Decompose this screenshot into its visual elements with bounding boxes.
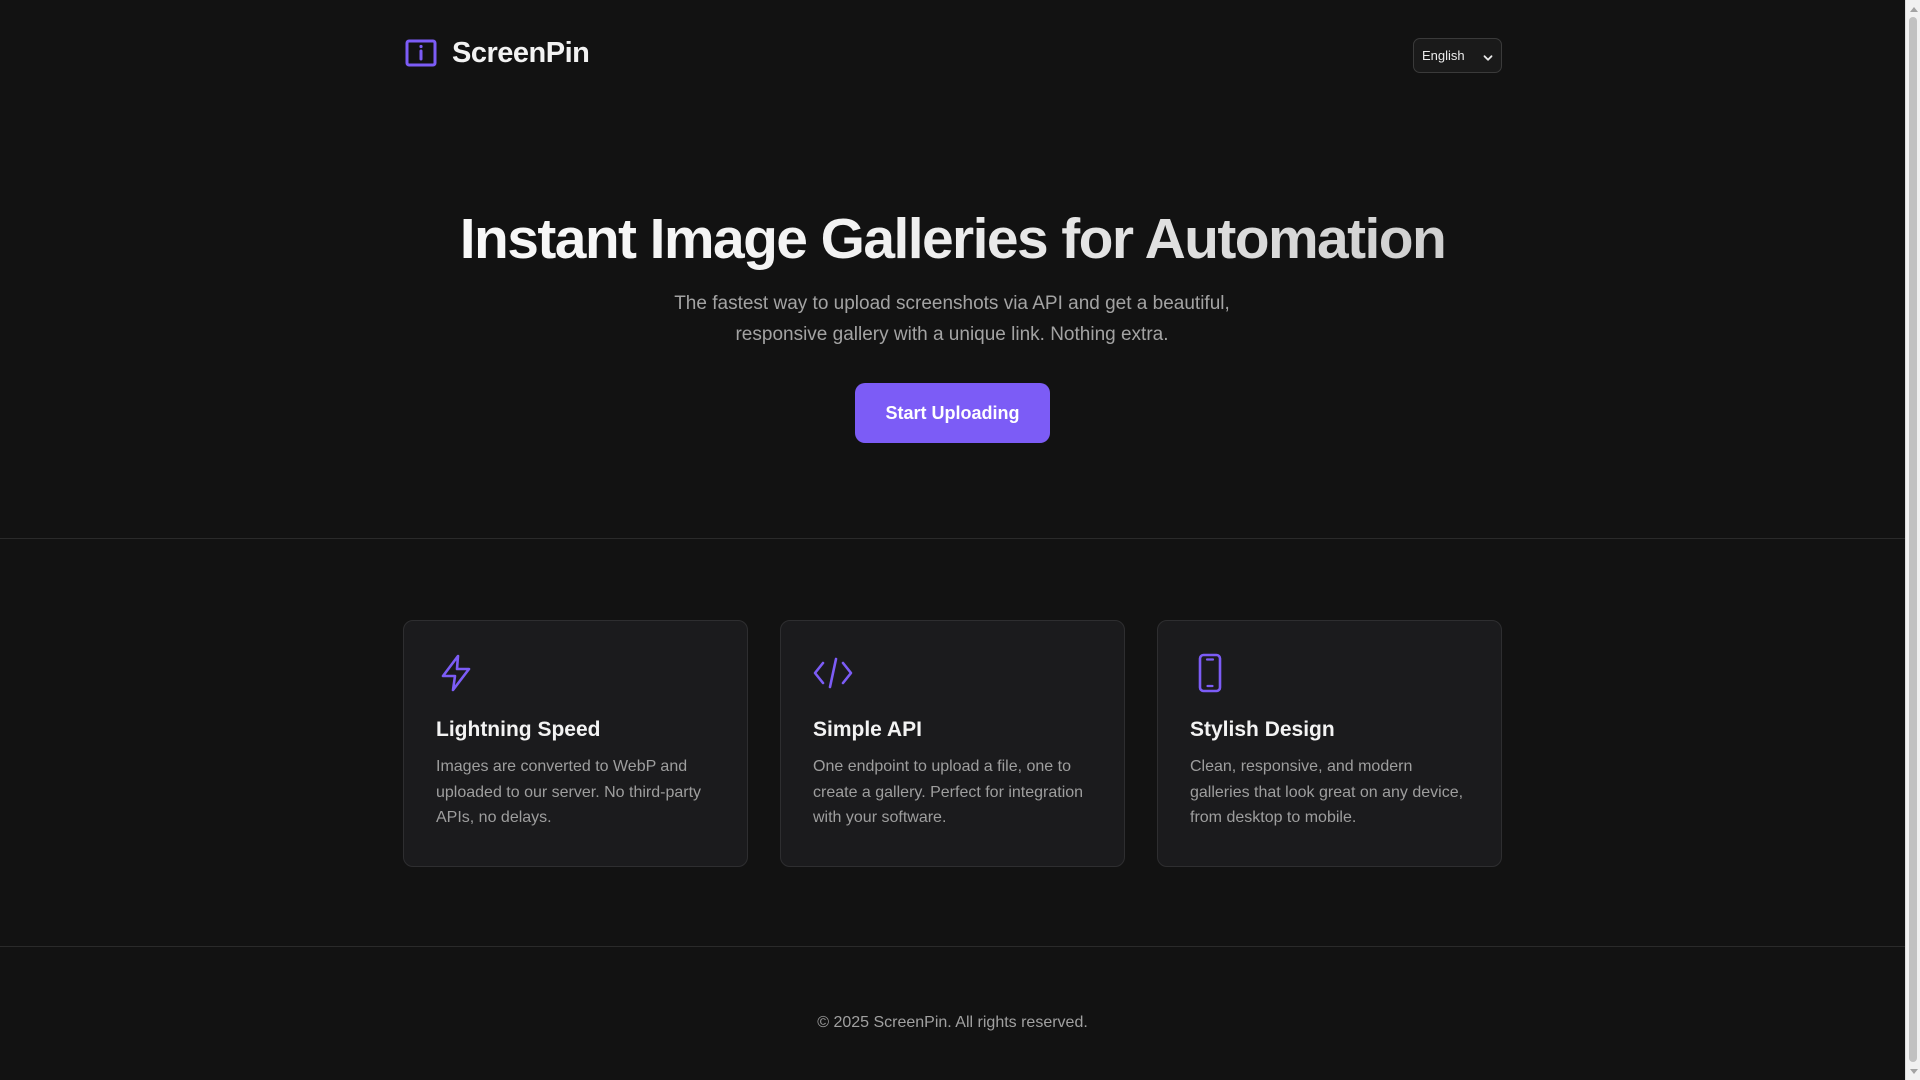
feature-card-simple-api: Simple API One endpoint to upload a file… xyxy=(780,620,1125,867)
feature-title: Lightning Speed xyxy=(436,718,601,741)
start-uploading-button[interactable]: Start Uploading xyxy=(855,383,1050,443)
brand-name: ScreenPin xyxy=(452,36,590,69)
hero-section: Instant Image Galleries for Automation T… xyxy=(0,110,1905,539)
language-select[interactable]: English xyxy=(1413,38,1502,73)
info-panel-icon xyxy=(404,36,438,70)
hero-title: Instant Image Galleries for Automation xyxy=(0,208,1905,271)
feature-description: Clean, responsive, and modern galleries … xyxy=(1190,758,1464,826)
feature-title: Simple API xyxy=(813,718,922,741)
lightning-icon xyxy=(436,653,476,693)
features-section: Lightning Speed Images are converted to … xyxy=(0,540,1905,947)
smartphone-icon xyxy=(1190,653,1230,693)
site-footer: © 2025 ScreenPin. All rights reserved. xyxy=(0,948,1905,1080)
page-scrollbar[interactable] xyxy=(1905,0,1920,1080)
scrollbar-thumb[interactable] xyxy=(1909,17,1917,1062)
site-header: ScreenPin English xyxy=(0,0,1905,110)
feature-description: One endpoint to upload a file, one to cr… xyxy=(813,758,1084,826)
scroll-up-arrow-icon[interactable] xyxy=(1906,1,1920,16)
landing-page: ScreenPin English Instant Image Gallerie… xyxy=(0,0,1905,1080)
chevron-down-icon xyxy=(1483,51,1493,61)
hero-subtitle: The fastest way to upload screenshots vi… xyxy=(674,293,1230,345)
feature-card-lightning-speed: Lightning Speed Images are converted to … xyxy=(403,620,748,867)
brand-logo[interactable]: ScreenPin xyxy=(404,36,590,70)
copyright-text: © 2025 ScreenPin. All rights reserved. xyxy=(817,1014,1088,1031)
language-selected: English xyxy=(1422,48,1465,63)
feature-description: Images are converted to WebP and uploade… xyxy=(436,758,702,826)
feature-title: Stylish Design xyxy=(1190,718,1335,741)
feature-card-stylish-design: Stylish Design Clean, responsive, and mo… xyxy=(1157,620,1502,867)
scroll-down-arrow-icon[interactable] xyxy=(1906,1064,1920,1079)
code-icon xyxy=(813,653,853,693)
